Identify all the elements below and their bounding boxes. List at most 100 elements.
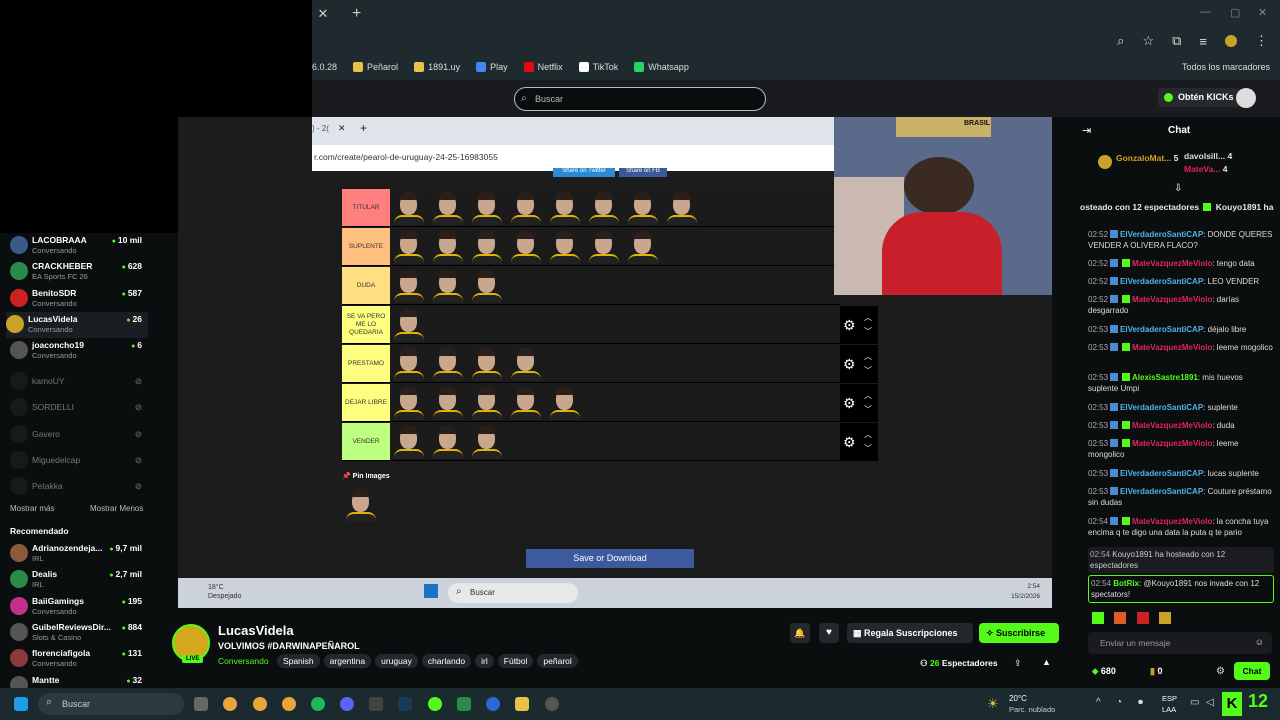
emote-icon[interactable] <box>1092 612 1104 624</box>
zoom-icon[interactable]: ⌕ <box>1117 33 1124 49</box>
all-bookmarks-button[interactable]: Todos los marcadores <box>1182 62 1270 72</box>
steam-icon[interactable] <box>398 697 412 711</box>
extensions-icon[interactable]: ⧉ <box>1172 33 1181 49</box>
maximize-icon[interactable]: ▢ <box>1230 6 1240 19</box>
stream-tag[interactable]: peñarol <box>537 654 578 668</box>
stream-tag[interactable]: charlando <box>421 654 472 668</box>
sidebar-channel-offline[interactable]: kamoUY ⊘ <box>10 369 148 395</box>
spotify-icon[interactable] <box>311 697 325 711</box>
tab-close-icon[interactable]: ✕ <box>314 6 332 22</box>
chat-settings-icon[interactable]: ⚙ <box>1216 666 1225 677</box>
network-icon[interactable]: ▭ <box>1190 697 1199 708</box>
chrome-icon[interactable] <box>223 697 237 711</box>
send-chat-button[interactable]: Chat <box>1234 662 1270 680</box>
bookmark-star-icon[interactable]: ☆ <box>1142 33 1154 49</box>
start-icon[interactable] <box>14 697 28 711</box>
streamer-name[interactable]: LucasVidela <box>218 623 294 638</box>
category-link[interactable]: Conversando <box>218 656 269 666</box>
emote-bar[interactable] <box>1092 611 1270 629</box>
bookmark-item[interactable]: Netflix <box>523 62 563 72</box>
minimize-icon[interactable]: — <box>1200 6 1211 18</box>
msg-user[interactable]: ElVerdaderoSantiCAP <box>1120 277 1203 286</box>
wifi-icon[interactable]: ◔ <box>1116 697 1122 708</box>
stream-tag[interactable]: argentina <box>323 654 372 668</box>
expand-icon[interactable]: ⇩ <box>1174 183 1182 194</box>
msg-user[interactable]: AlexisSastre1891 <box>1132 373 1198 382</box>
tray-arrow-icon[interactable]: ^ <box>1096 697 1101 708</box>
report-icon[interactable]: ▲ <box>1042 657 1051 667</box>
msg-user[interactable]: ElVerdaderoSantiCAP <box>1120 487 1203 496</box>
volume-icon[interactable]: ◁ <box>1206 697 1214 708</box>
sidebar-channel-offline[interactable]: Gavero ⊘ <box>10 422 148 448</box>
msg-user[interactable]: ElVerdaderoSantiCAP <box>1120 325 1203 334</box>
emote-icon[interactable] <box>1114 612 1127 624</box>
discord-icon[interactable] <box>340 697 354 711</box>
show-less-link[interactable]: Mostrar Menos <box>90 504 143 513</box>
msg-user[interactable]: ElVerdaderoSantiCAP <box>1120 230 1203 239</box>
kicks-counter[interactable]: ▮ 0 <box>1150 666 1162 677</box>
msg-user[interactable]: ElVerdaderoSantiCAP <box>1120 469 1203 478</box>
msg-user[interactable]: MateVazquezMeViolo <box>1132 517 1212 526</box>
chrome-icon[interactable] <box>253 697 267 711</box>
chat-input[interactable]: Enviar un mensaje ☺ <box>1088 632 1272 654</box>
msg-user[interactable]: MateVazquezMeViolo <box>1132 439 1212 448</box>
sidebar-channel[interactable]: joaconcho19Conversando 6 <box>10 338 148 364</box>
msg-user[interactable]: MateVazquezMeViolo <box>1132 421 1212 430</box>
mic-icon[interactable]: ⏺ <box>1138 697 1143 708</box>
folder-icon[interactable] <box>515 697 529 711</box>
sidebar-channel-offline[interactable]: Miguedelcap ⊘ <box>10 448 148 474</box>
sidebar-channel[interactable]: DealisIRL 2,7 mil <box>10 567 148 593</box>
sidebar-channel-offline[interactable]: SORDELLI ⊘ <box>10 395 148 421</box>
task-view-icon[interactable] <box>194 697 208 711</box>
stream-tag[interactable]: irl <box>475 654 494 668</box>
close-window-icon[interactable]: ✕ <box>1258 6 1267 19</box>
sidebar-channel[interactable]: LucasVidelaConversando 26 <box>6 311 148 338</box>
msg-user[interactable]: MateVazquezMeViolo <box>1132 259 1212 268</box>
app-icon[interactable] <box>457 697 471 711</box>
app-icon[interactable] <box>428 697 442 711</box>
bookmark-item[interactable]: 1891.uy <box>414 62 460 72</box>
share-icon[interactable]: ⇪ <box>1014 658 1022 669</box>
gift-subs-button[interactable]: ▦ Regala Suscripciones <box>847 623 973 643</box>
top-gifter[interactable]: GonzaloMat... 5 <box>1116 153 1178 163</box>
taskbar-search[interactable]: ⌕ Buscar <box>38 693 184 715</box>
search-input[interactable]: ⌕ Buscar <box>514 87 766 111</box>
subscribe-button[interactable]: ✧ Suscribirse <box>979 623 1059 643</box>
points-counter[interactable]: ⬥ 680 <box>1092 666 1116 677</box>
chrome-icon[interactable] <box>282 697 296 711</box>
lang-indicator-sub[interactable]: LAA <box>1162 705 1176 714</box>
emoji-icon[interactable]: ☺ <box>1255 637 1264 647</box>
msg-user[interactable]: MateVazquezMeViolo <box>1132 343 1212 352</box>
follow-heart-icon[interactable]: ♥ <box>819 623 839 643</box>
sidebar-channel[interactable]: CRACKHEBEREA Sports FC 26 628 <box>10 259 148 285</box>
app-icon[interactable] <box>545 697 559 711</box>
bookmark-item[interactable]: Peñarol <box>353 62 398 72</box>
new-tab-icon[interactable]: + <box>352 5 361 23</box>
stream-tag[interactable]: uruguay <box>375 654 418 668</box>
sidebar-channel[interactable]: LACOBRAAAConversando 10 mil <box>10 233 148 259</box>
msg-user[interactable]: MateVazquezMeViolo <box>1132 295 1212 304</box>
sidebar-channel[interactable]: Adrianozendeja...IRL 9,7 mil <box>10 541 148 567</box>
menu-icon[interactable]: ⋮ <box>1255 33 1268 49</box>
sidebar-channel[interactable]: BaiiGamingsConversando 195 <box>10 594 148 620</box>
show-more-link[interactable]: Mostrar más <box>10 504 54 513</box>
bookmark-item[interactable]: 6.0.28 <box>312 62 337 72</box>
lang-indicator[interactable]: ESP <box>1162 694 1177 703</box>
bookmark-item[interactable]: TikTok <box>578 62 618 72</box>
epic-games-icon[interactable] <box>369 697 383 711</box>
collapse-chat-icon[interactable]: ⇥ <box>1082 124 1091 137</box>
emote-icon[interactable] <box>1136 612 1149 624</box>
media-icon[interactable]: ≡ <box>1199 34 1207 49</box>
stream-tag[interactable]: Fútbol <box>497 654 534 668</box>
user-avatar[interactable] <box>1236 88 1256 108</box>
sidebar-channel[interactable]: BenitoSDRConversando 587 <box>10 286 148 312</box>
profile-icon[interactable] <box>1225 35 1237 47</box>
notify-bell-icon[interactable]: 🔔 <box>790 623 810 643</box>
bookmark-item[interactable]: Play <box>476 62 508 72</box>
bookmark-item[interactable]: Whatsapp <box>634 62 689 72</box>
stream-tag[interactable]: Spanish <box>276 654 320 668</box>
top-gifter[interactable]: davolsill... 4 <box>1184 151 1232 161</box>
emote-icon[interactable] <box>1159 612 1172 624</box>
sidebar-channel[interactable]: florenciafigolaConversando 131 <box>10 646 148 672</box>
msg-user[interactable]: ElVerdaderoSantiCAP <box>1120 403 1203 412</box>
